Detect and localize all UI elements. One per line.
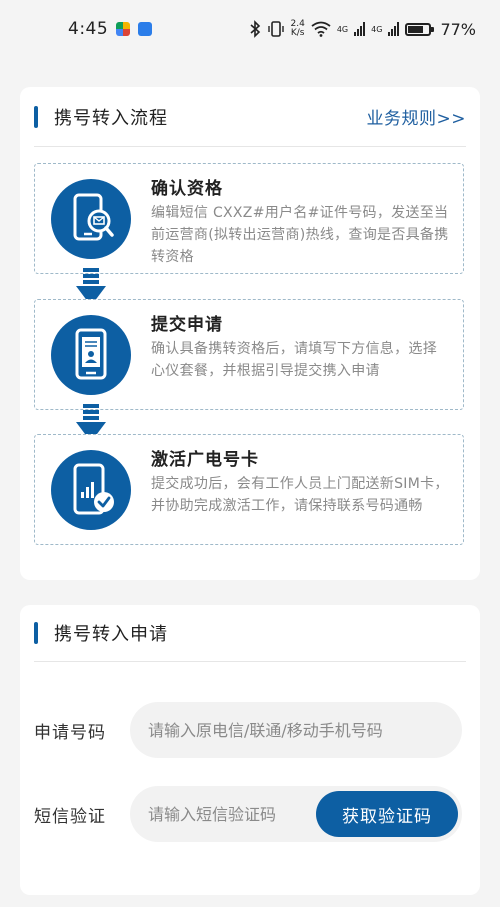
- step-activate-card: 激活广电号卡 提交成功后，会有工作人员上门配送新SIM卡，并协助完成激活工作，请…: [34, 434, 464, 545]
- apply-title-wrap: 携号转入申请: [34, 620, 168, 646]
- process-card-title: 携号转入流程: [54, 107, 168, 129]
- sim2-signal-icon: [388, 22, 400, 36]
- wifi-icon: [311, 21, 331, 37]
- step-2-title: 提交申请: [151, 315, 223, 335]
- step-submit-application: 提交申请 确认具备携转资格后，请填写下方信息，选择心仪套餐，并根据引导提交携入申…: [34, 299, 464, 410]
- status-right: 2.4 K/s 4G 4G 77%: [249, 20, 476, 39]
- step-1-title: 确认资格: [151, 179, 223, 199]
- phone-number-row: 申请号码: [34, 702, 462, 758]
- step-3-description: 提交成功后，会有工作人员上门配送新SIM卡，并协助完成激活工作，请保持联系号码通…: [151, 476, 449, 514]
- apply-card-title: 携号转入申请: [54, 624, 168, 645]
- battery-percentage: 77%: [440, 19, 476, 39]
- app-grid-icon: [138, 22, 153, 36]
- phone-message-search-icon: [51, 179, 131, 259]
- process-card-header: 携号转入流程 业务规则>>: [34, 87, 466, 147]
- phone-number-label: 申请号码: [34, 722, 106, 743]
- vibrate-icon: [267, 21, 284, 37]
- sim1-signal-icon: [354, 22, 366, 36]
- sms-code-label: 短信验证: [34, 806, 106, 827]
- step-1-description: 编辑短信 CXXZ#用户名#证件号码，发送至当前运营商(拟转出运营商)热线，查询…: [151, 205, 449, 265]
- phone-number-input[interactable]: [130, 702, 462, 758]
- get-code-button[interactable]: 获取验证码: [316, 791, 458, 837]
- network-speed-unit: K/s: [290, 28, 305, 38]
- title-accent-bar: [34, 622, 38, 644]
- status-time: 4:45: [68, 19, 109, 39]
- phone-id-card-icon: [51, 315, 131, 395]
- status-bar: 4:45 2.4 K/s 4G 4G 77%: [0, 0, 500, 58]
- step-2-description: 确认具备携转资格后，请填写下方信息，选择心仪套餐，并根据引导提交携入申请: [151, 341, 437, 379]
- sms-code-field-wrap: 获取验证码: [130, 786, 462, 842]
- bluetooth-icon: [249, 20, 260, 38]
- process-title-wrap: 携号转入流程: [34, 104, 168, 130]
- step-confirm-eligibility: 确认资格 编辑短信 CXXZ#用户名#证件号码，发送至当前运营商(拟转出运营商)…: [34, 163, 464, 274]
- title-accent-bar: [34, 105, 38, 128]
- business-rules-link[interactable]: 业务规则>>: [367, 104, 467, 129]
- phone-signal-check-icon: [51, 450, 131, 530]
- apply-card-header: 携号转入申请: [34, 605, 466, 662]
- status-left: 4:45: [68, 19, 153, 39]
- network-speed: 2.4 K/s: [291, 20, 305, 38]
- process-card: 携号转入流程 业务规则>> 确认资格 编辑短信 CXXZ#用户名#证件号码，发送…: [20, 87, 480, 580]
- app-notification-icon: [116, 22, 131, 36]
- apply-card: 携号转入申请 申请号码 短信验证 获取验证码: [20, 605, 480, 895]
- sim2-network-type: 4G: [371, 24, 383, 34]
- sms-code-row: 短信验证 获取验证码: [34, 786, 462, 842]
- step-3-title: 激活广电号卡: [151, 450, 259, 470]
- battery-icon: [405, 22, 435, 36]
- sim1-network-type: 4G: [336, 24, 349, 34]
